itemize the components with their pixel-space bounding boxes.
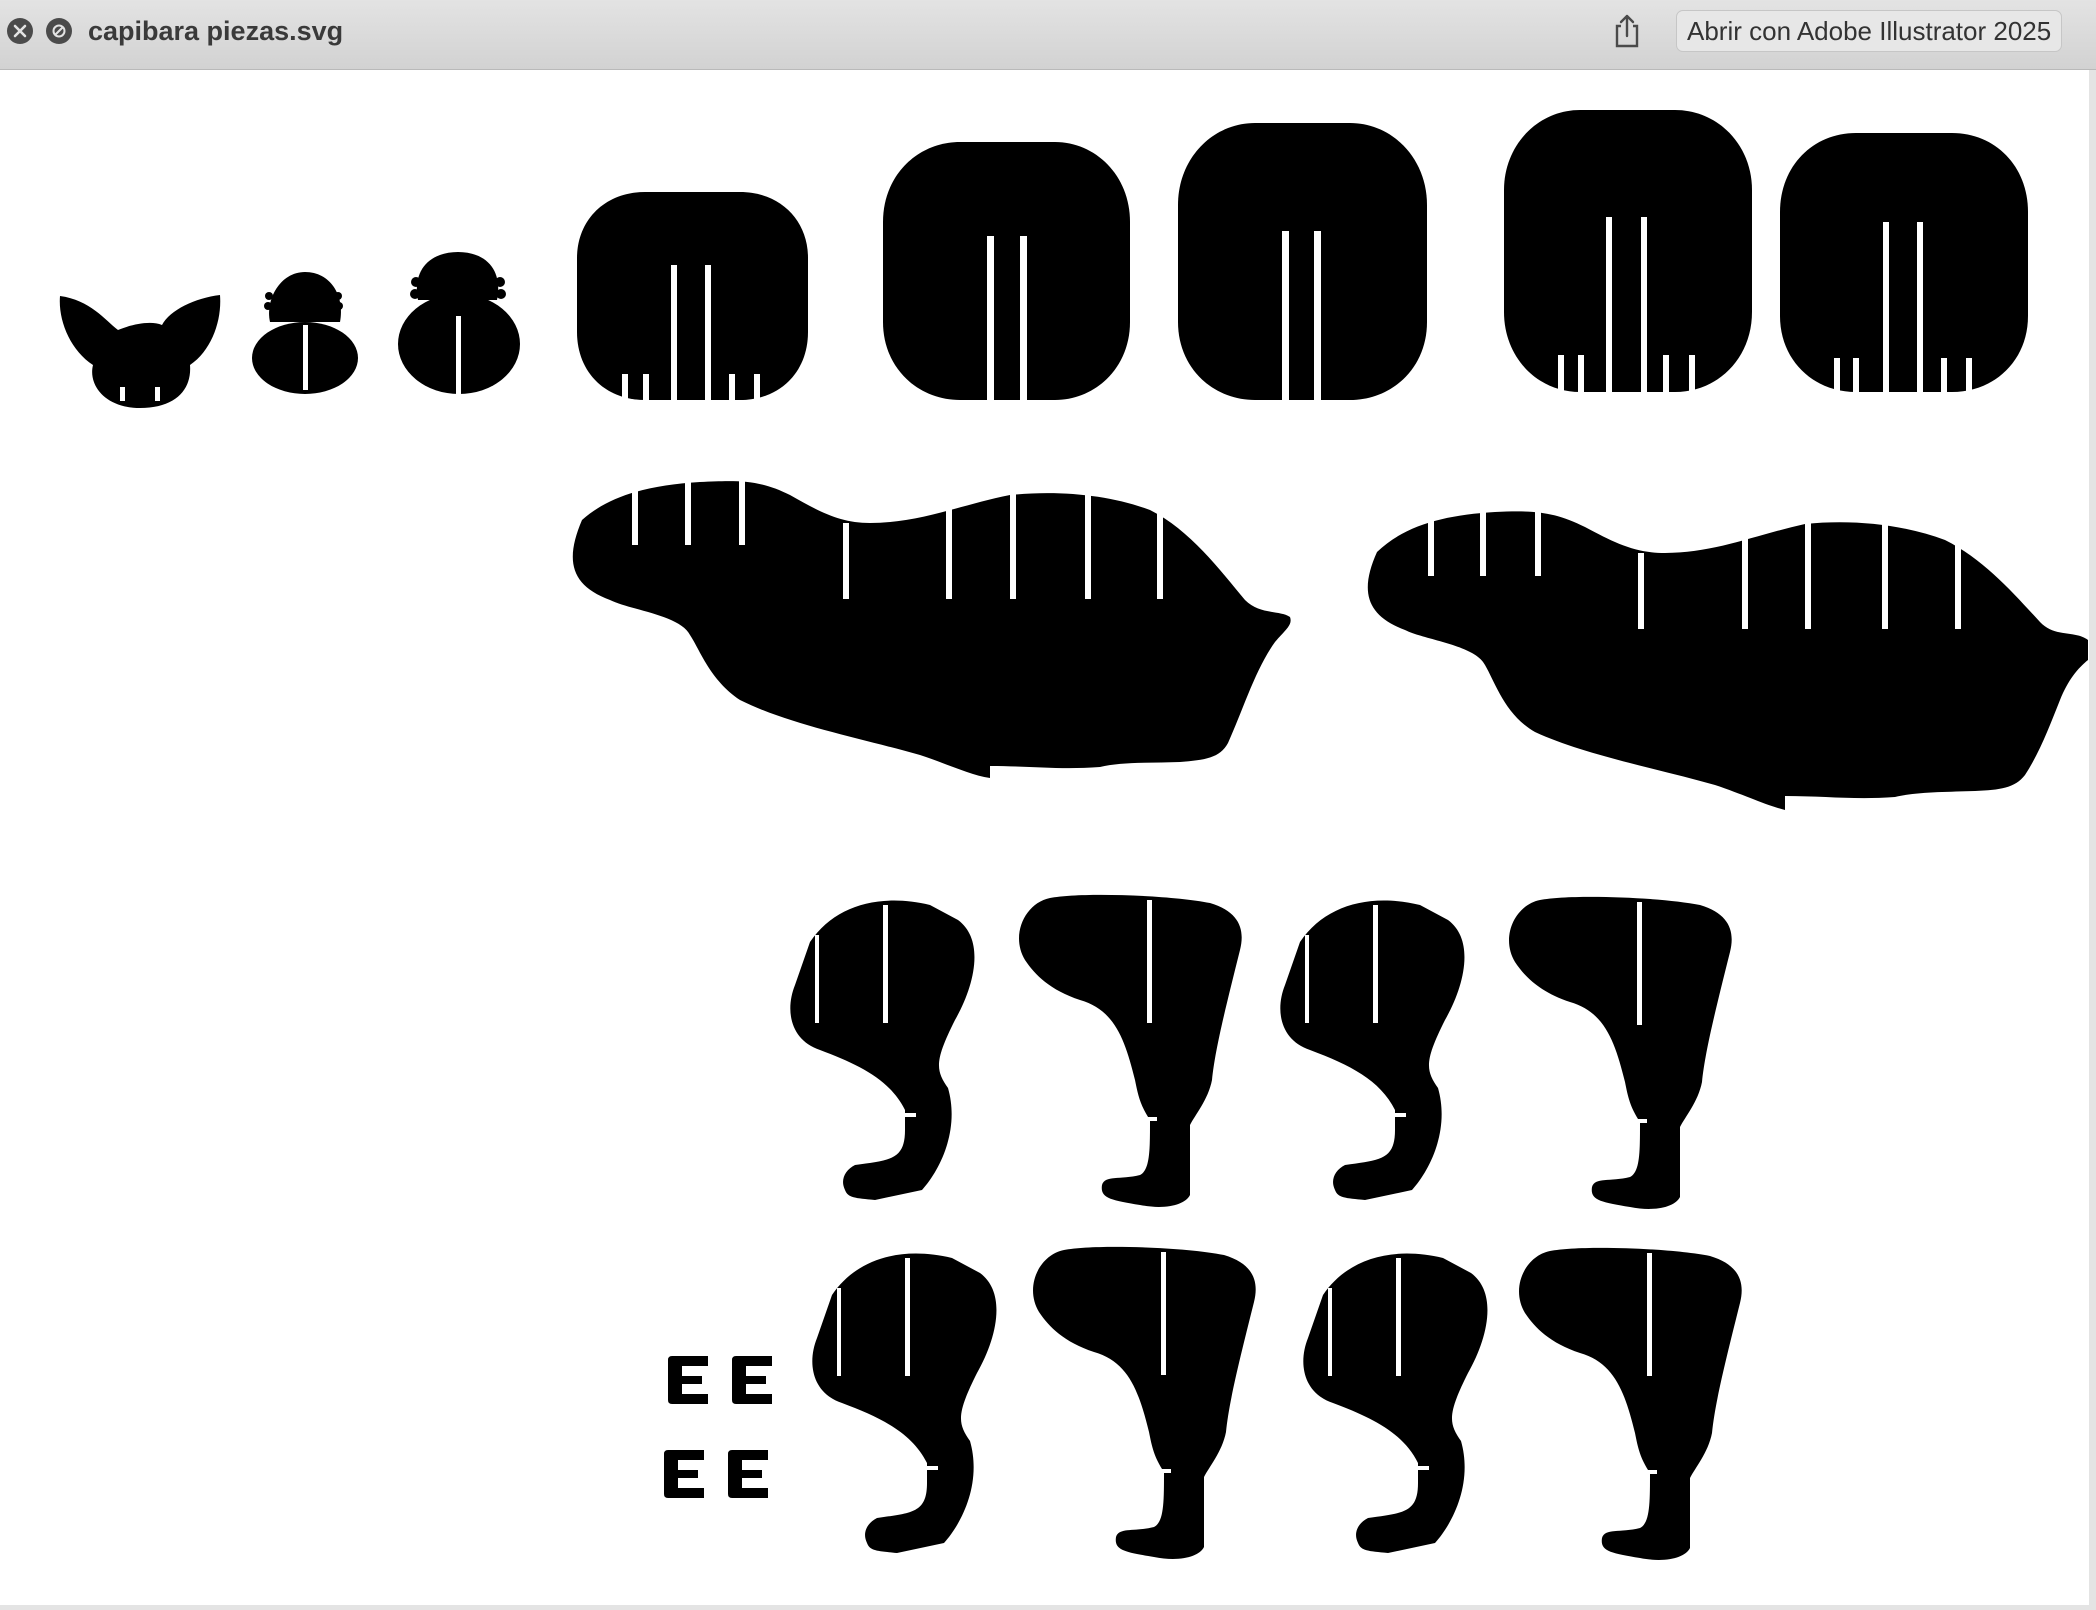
piece-leg-front-4 bbox=[1303, 1253, 1488, 1553]
piece-leg-front-1 bbox=[790, 900, 975, 1200]
close-icon[interactable] bbox=[7, 18, 33, 44]
piece-clip-4 bbox=[728, 1450, 768, 1498]
piece-leg-back-3 bbox=[1033, 1246, 1256, 1559]
piece-head-slice-4 bbox=[1504, 110, 1752, 392]
preview-window: capibara piezas.svg Abrir con Adobe Illu… bbox=[0, 0, 2096, 1610]
window-title: capibara piezas.svg bbox=[88, 16, 344, 46]
open-with-button[interactable]: Abrir con Adobe Illustrator 2025 bbox=[1676, 10, 2063, 52]
pieces-drawing bbox=[59, 110, 2088, 1560]
window-edge-right bbox=[2089, 70, 2096, 1610]
piece-leg-back-1 bbox=[1019, 894, 1242, 1207]
piece-head-slice-3 bbox=[1178, 123, 1427, 400]
piece-leg-back-4 bbox=[1519, 1247, 1742, 1560]
piece-eye-large bbox=[398, 252, 520, 394]
piece-eye-small bbox=[252, 272, 358, 394]
piece-head-slice-5 bbox=[1780, 133, 2028, 392]
piece-head-slice-1 bbox=[577, 192, 808, 400]
piece-leg-front-3 bbox=[812, 1253, 997, 1553]
share-icon[interactable] bbox=[1612, 12, 1642, 50]
piece-leg-back-2 bbox=[1509, 896, 1732, 1209]
piece-head-slice-2 bbox=[883, 142, 1130, 400]
piece-body-right bbox=[1367, 511, 2088, 810]
svg-canvas bbox=[0, 70, 2090, 1605]
piece-ears bbox=[59, 295, 221, 408]
piece-clip-2 bbox=[732, 1356, 772, 1404]
piece-clip-1 bbox=[668, 1356, 708, 1404]
piece-body-left bbox=[572, 481, 1291, 778]
no-entry-icon[interactable] bbox=[46, 18, 72, 44]
title-bar: capibara piezas.svg Abrir con Adobe Illu… bbox=[0, 0, 2096, 70]
window-edge-bottom bbox=[0, 1605, 2096, 1610]
piece-leg-front-2 bbox=[1280, 900, 1465, 1200]
piece-clip-3 bbox=[664, 1450, 704, 1498]
